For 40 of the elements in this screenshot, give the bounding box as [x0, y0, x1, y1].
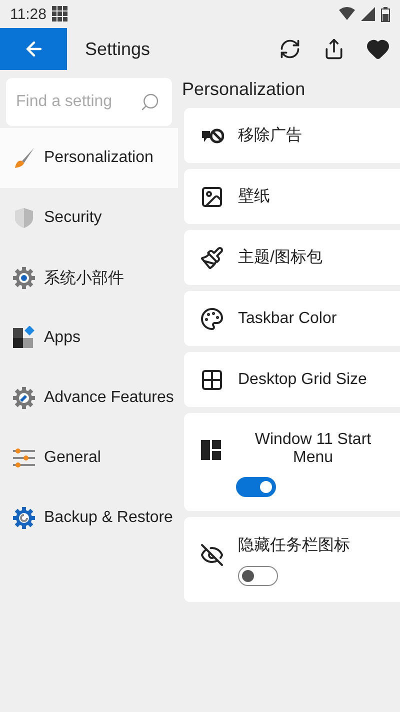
sidebar-item[interactable]: Personalization — [0, 128, 178, 188]
card-label: 壁纸 — [238, 186, 270, 207]
sliders-icon — [12, 446, 36, 470]
eye-off-icon — [200, 543, 224, 567]
settings-card[interactable]: Desktop Grid Size — [184, 352, 400, 407]
card-label: 隐藏任务栏图标 — [238, 536, 350, 556]
back-button[interactable] — [0, 28, 67, 70]
card-label: Desktop Grid Size — [238, 370, 367, 388]
wifi-icon — [339, 7, 355, 21]
share-icon — [323, 38, 345, 60]
status-time: 11:28 — [10, 6, 46, 22]
heart-icon — [366, 37, 390, 61]
settings-card[interactable]: 主题/图标包 — [184, 230, 400, 285]
card-label: Taskbar Color — [238, 310, 337, 328]
settings-card[interactable]: 移除广告 — [184, 108, 400, 163]
refresh-icon — [279, 38, 301, 60]
search-field[interactable]: Find a setting — [6, 78, 172, 126]
gear-icon — [12, 266, 36, 290]
app-title: Settings — [85, 38, 152, 60]
gear-icon — [12, 506, 36, 530]
toggle-switch[interactable] — [236, 477, 276, 497]
layout-icon — [200, 439, 222, 461]
grid-icon — [52, 6, 68, 22]
settings-card[interactable]: 壁纸 — [184, 169, 400, 224]
image-icon — [200, 184, 224, 208]
apps-icon — [12, 326, 36, 350]
paintbrush-icon — [200, 246, 224, 270]
card-label: 主题/图标包 — [238, 248, 322, 268]
search-icon — [140, 92, 160, 112]
battery-icon — [381, 6, 390, 22]
card-label: 移除广告 — [238, 126, 302, 146]
settings-card[interactable]: Taskbar Color — [184, 291, 400, 346]
section-title: Personalization — [182, 78, 306, 100]
shield-icon — [12, 206, 36, 230]
signal-icon — [361, 7, 375, 21]
palette-icon — [200, 306, 224, 330]
card-label: Window 11 Start Menu — [254, 431, 372, 467]
gear-icon — [12, 386, 36, 410]
toggle-switch[interactable] — [238, 566, 278, 586]
grid-icon — [200, 368, 224, 392]
